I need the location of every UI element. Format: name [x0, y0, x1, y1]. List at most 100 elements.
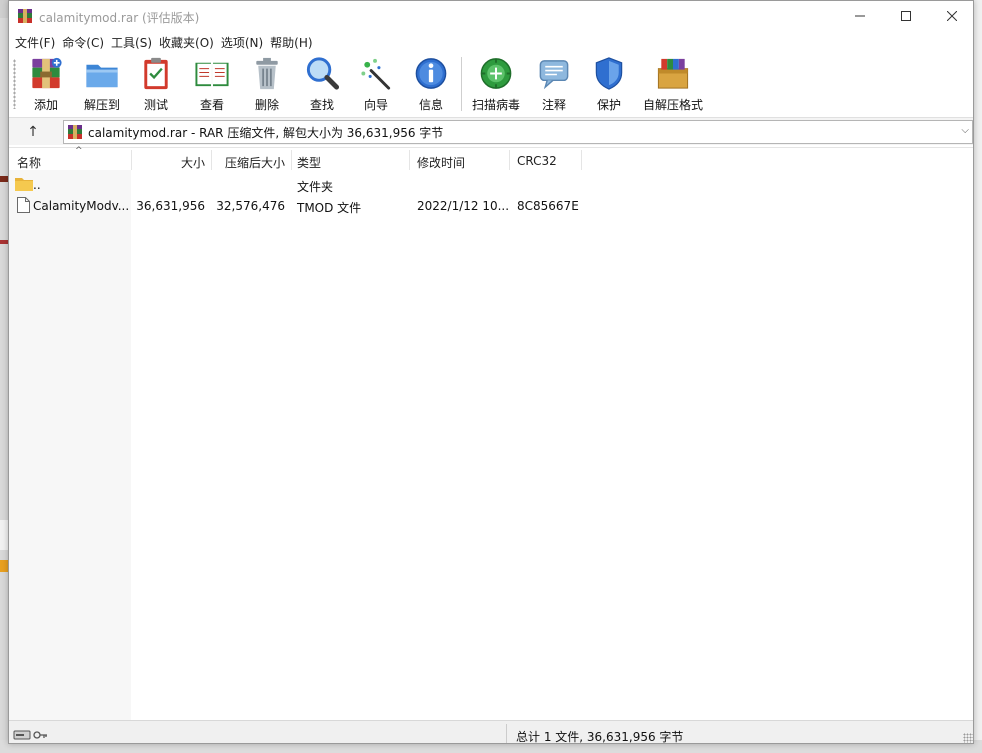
file-name: ..: [33, 178, 41, 192]
sfx-button[interactable]: 自解压格式: [643, 55, 703, 113]
toolbar: 添加 解压到 测试 查看 删除 查找 向导 信息 扫描病毒 注释 保护 自解压格…: [9, 53, 973, 115]
test-button[interactable]: 测试: [131, 55, 181, 113]
column-divider[interactable]: [131, 150, 132, 170]
column-header-size[interactable]: 大小: [133, 148, 205, 172]
file-type: TMOD 文件: [297, 201, 362, 215]
add-archive-icon: [32, 57, 62, 89]
column-header-crc[interactable]: CRC32: [517, 148, 577, 172]
add-label: 添加: [33, 98, 58, 112]
column-header-type[interactable]: 类型: [297, 148, 407, 172]
address-bar: ↑ calamitymod.rar - RAR 压缩文件, 解包大小为 36,6…: [9, 117, 973, 145]
column-divider[interactable]: [409, 150, 410, 170]
rar-file-icon: [68, 125, 82, 139]
find-label: 查找: [309, 98, 334, 112]
file-crc: 8C85667E: [517, 199, 579, 213]
test-clipboard-icon: [144, 57, 168, 90]
comment-label: 注释: [541, 98, 566, 112]
extract-to-button[interactable]: 解压到: [77, 55, 127, 113]
sort-ascending-icon: ^: [75, 146, 83, 156]
address-field[interactable]: calamitymod.rar - RAR 压缩文件, 解包大小为 36,631…: [63, 120, 973, 144]
sfx-label: 自解压格式: [643, 98, 704, 112]
column-packed-label: 压缩后大小: [224, 156, 285, 170]
magnifier-icon: [306, 57, 340, 90]
wizard-label: 向导: [363, 98, 388, 112]
info-icon: [415, 58, 447, 89]
column-header-packed[interactable]: 压缩后大小: [213, 148, 285, 172]
resize-grip[interactable]: [963, 733, 973, 743]
minimize-icon: [855, 15, 865, 17]
protect-label: 保护: [596, 98, 621, 112]
name-column-highlight: [9, 170, 131, 721]
column-divider[interactable]: [211, 150, 212, 170]
test-label: 测试: [143, 98, 168, 112]
column-header-name[interactable]: 名称 ^: [17, 146, 129, 172]
wizard-wand-icon: [361, 58, 391, 90]
winrar-window: calamitymod.rar (评估版本) 文件(F) 命令(C) 工具(S)…: [8, 0, 974, 744]
toolbar-grip[interactable]: [13, 59, 16, 109]
info-button[interactable]: 信息: [406, 55, 456, 113]
desktop-right-edge: [973, 0, 982, 753]
file-list[interactable]: 名称 ^ 大小 压缩后大小 类型 修改时间 CRC32 .. 文件夹 Calam…: [9, 146, 973, 721]
maximize-icon: [901, 11, 911, 21]
extract-folder-icon: [86, 64, 118, 88]
menu-help[interactable]: 帮助(H): [270, 32, 319, 52]
add-button[interactable]: 添加: [21, 55, 71, 113]
generic-file-icon: [17, 197, 30, 213]
toolbar-separator: [461, 57, 462, 111]
delete-button[interactable]: 删除: [242, 55, 292, 113]
column-type-label: 类型: [297, 156, 322, 170]
close-icon: [947, 11, 957, 21]
comment-button[interactable]: 注释: [529, 55, 579, 113]
view-book-icon: [195, 62, 229, 87]
address-path: calamitymod.rar - RAR 压缩文件, 解包大小为 36,631…: [88, 125, 444, 140]
status-summary: 总计 1 文件, 36,631,956 字节: [516, 730, 684, 744]
folder-icon: [15, 178, 33, 191]
minimize-button[interactable]: [837, 1, 883, 31]
protect-button[interactable]: 保护: [584, 55, 634, 113]
view-button[interactable]: 查看: [187, 55, 237, 113]
winrar-app-icon[interactable]: [17, 8, 33, 24]
column-divider[interactable]: [509, 150, 510, 170]
file-size: 36,631,956: [136, 199, 205, 213]
window-title: calamitymod.rar (评估版本): [39, 11, 200, 25]
view-label: 查看: [199, 98, 224, 112]
trash-can-icon: [256, 57, 278, 90]
file-packed-size: 32,576,476: [216, 199, 285, 213]
up-level-button[interactable]: ↑: [17, 121, 49, 143]
delete-label: 删除: [254, 98, 279, 112]
shield-icon: [595, 57, 623, 90]
info-label: 信息: [418, 98, 443, 112]
wizard-button[interactable]: 向导: [351, 55, 401, 113]
menu-options[interactable]: 选项(N): [221, 32, 270, 52]
column-crc-label: CRC32: [517, 154, 557, 168]
file-type: 文件夹: [297, 180, 334, 194]
column-header-modified[interactable]: 修改时间: [417, 148, 507, 172]
column-modified-label: 修改时间: [417, 156, 466, 170]
status-divider: [506, 724, 507, 743]
menu-file[interactable]: 文件(F): [15, 32, 62, 52]
virus-scan-icon: [480, 58, 512, 89]
title-bar[interactable]: calamitymod.rar (评估版本): [9, 1, 973, 31]
status-bar: 总计 1 文件, 36,631,956 字节: [9, 720, 973, 744]
scan-virus-label: 扫描病毒: [471, 98, 520, 112]
scan-virus-button[interactable]: 扫描病毒: [471, 55, 521, 113]
extract-to-label: 解压到: [83, 98, 120, 112]
column-divider[interactable]: [291, 150, 292, 170]
address-dropdown-icon[interactable]: ⌵: [961, 125, 969, 136]
file-modified: 2022/1/12 10...: [417, 199, 510, 213]
sfx-box-icon: [657, 58, 689, 89]
up-arrow-icon: ↑: [27, 124, 39, 140]
close-button[interactable]: [929, 1, 973, 31]
find-button[interactable]: 查找: [297, 55, 347, 113]
column-name-label: 名称: [17, 156, 42, 170]
maximize-button[interactable]: [883, 1, 929, 31]
file-name: CalamityModv...: [33, 199, 130, 213]
menu-bar: 文件(F) 命令(C) 工具(S) 收藏夹(O) 选项(N) 帮助(H): [9, 32, 973, 52]
menu-commands[interactable]: 命令(C): [62, 32, 111, 52]
menu-tools[interactable]: 工具(S): [111, 32, 159, 52]
column-divider[interactable]: [581, 150, 582, 170]
comment-icon: [539, 60, 569, 90]
menu-favorites[interactable]: 收藏夹(O): [159, 32, 221, 52]
column-size-label: 大小: [180, 156, 205, 170]
drive-key-icon[interactable]: [13, 729, 49, 741]
